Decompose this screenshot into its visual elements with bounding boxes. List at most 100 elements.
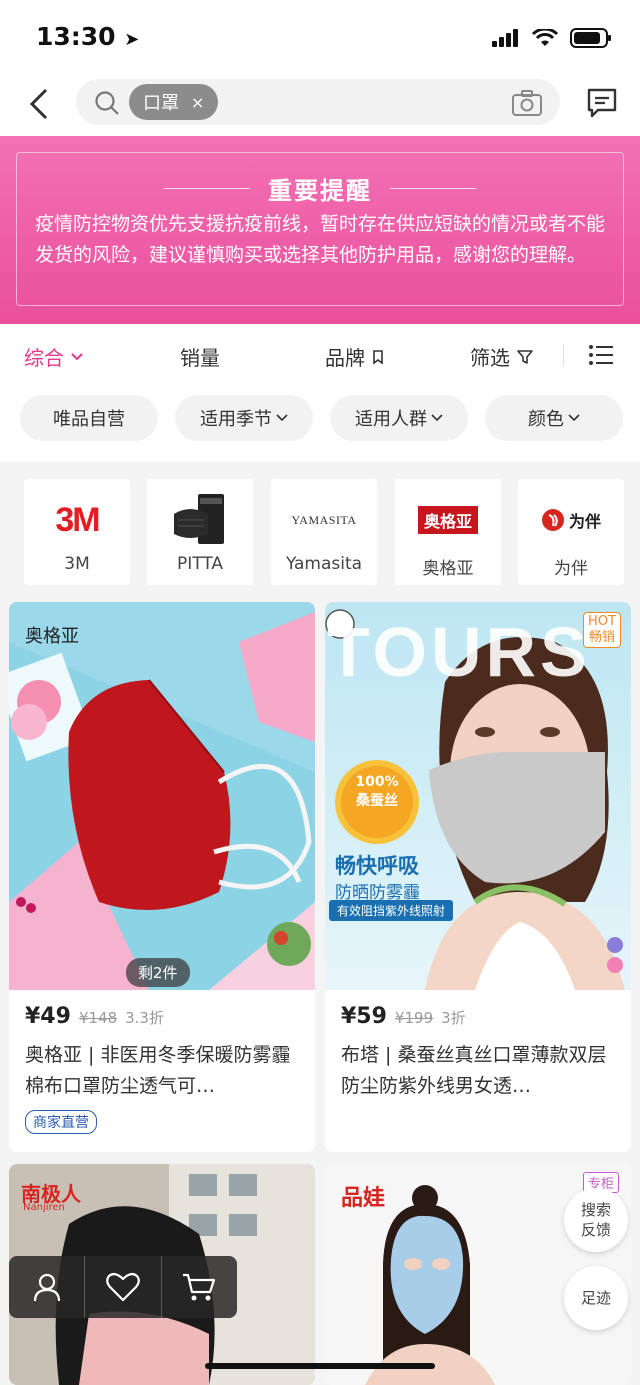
logo-text: 奥格亚 xyxy=(417,506,478,534)
sort-brand[interactable]: 品牌 xyxy=(325,342,385,371)
original-price: ¥148 xyxy=(78,1009,118,1027)
image-bg-text: TOURS xyxy=(327,613,591,691)
image-brand-sub: Nanjiren xyxy=(23,1202,65,1213)
discount-text: 3.3折 xyxy=(125,1009,164,1027)
wifi-icon xyxy=(532,29,558,46)
notice-text: 疫情防控物资优先支援抗疫前线，暂时存在供应短缺的情况或者不能发货的风险，建议谨慎… xyxy=(35,213,606,266)
search-keyword-chip[interactable]: 口罩 × xyxy=(129,84,219,120)
sort-filter[interactable]: 筛选 xyxy=(470,342,534,371)
slogan-text: 畅快呼吸 xyxy=(335,854,419,878)
filter-icon xyxy=(517,349,533,364)
brand-card-aogeya[interactable]: 奥格亚 奥格亚 xyxy=(395,479,501,585)
notice-banner: 重要提醒 疫情防控物资优先支援抗疫前线，暂时存在供应短缺的情况或者不能发货的风险… xyxy=(0,136,640,324)
brand-card-yamasita[interactable]: YAMASITA Yamasita xyxy=(271,479,377,585)
hot-badge-text: HOT xyxy=(588,614,616,629)
chevron-left-icon xyxy=(29,88,48,120)
price-row: ¥49 ¥148 3.3折 xyxy=(25,1004,164,1029)
search-feedback-button[interactable]: 搜索反馈 xyxy=(564,1188,628,1252)
battery-icon xyxy=(570,28,611,48)
clear-keyword-icon[interactable]: × xyxy=(191,93,204,112)
status-icons xyxy=(492,28,612,48)
seal-text: 桑蚕丝 xyxy=(356,793,398,809)
history-label: 足迹 xyxy=(580,1289,611,1307)
heart-icon xyxy=(106,1272,140,1302)
product-image[interactable]: 奥格亚 剩2件 xyxy=(9,602,315,990)
product-card[interactable]: TOURS HOT 畅销 100% 桑蚕丝 畅快呼吸 防晒防雾霾 有效阻挡紫外线… xyxy=(325,602,631,1152)
cart-icon xyxy=(183,1273,216,1301)
original-price: ¥199 xyxy=(394,1009,434,1027)
search-header: 口罩 × xyxy=(0,76,640,136)
brand-logo-yamasita: YAMASITA xyxy=(271,489,377,551)
logo-text: 3M xyxy=(55,500,100,539)
time-text: 13:30 xyxy=(36,22,116,51)
bookmark-icon xyxy=(373,349,383,365)
brand-logo-aogeya: 奥格亚 xyxy=(395,489,501,551)
product-card[interactable]: 奥格亚 剩2件 ¥49 ¥148 3.3折 奥格亚 | 非医用冬季保暖防雾霾棉布… xyxy=(9,602,315,1152)
filter-season[interactable]: 适用季节 xyxy=(175,395,313,441)
seal-percent: 100% xyxy=(355,774,399,790)
discount-text: 3折 xyxy=(441,1009,466,1027)
brand-logo-pitta xyxy=(147,489,253,551)
chevron-down-icon xyxy=(568,414,580,422)
filter-row: 唯品自营 适用季节 适用人群 颜色 xyxy=(0,384,640,462)
brand-name: PITTA xyxy=(176,554,224,574)
sort-brand-label: 品牌 xyxy=(325,346,365,370)
search-icon xyxy=(95,91,119,115)
logo-text: YAMASITA xyxy=(291,512,357,527)
favorites-button[interactable] xyxy=(85,1256,162,1318)
filter-label: 适用人群 xyxy=(355,409,427,430)
brand-name: Yamasita xyxy=(285,554,363,574)
product-image[interactable]: TOURS HOT 畅销 100% 桑蚕丝 畅快呼吸 防晒防雾霾 有效阻挡紫外线… xyxy=(325,602,631,990)
search-feedback-label: 搜索反馈 xyxy=(580,1201,611,1239)
logo-text: 为伴 xyxy=(568,512,601,531)
product-title[interactable]: 布塔 | 桑蚕丝真丝口罩薄款双层防尘防紫外线男女透… xyxy=(341,1040,617,1102)
sort-sales[interactable]: 销量 xyxy=(180,342,220,371)
account-button[interactable] xyxy=(9,1256,86,1318)
product-title[interactable]: 奥格亚 | 非医用冬季保暖防雾霾棉布口罩防尘透气可… xyxy=(25,1040,301,1102)
bottom-action-bar xyxy=(9,1256,237,1318)
brand-card-weiban[interactable]: 为伴 为伴 xyxy=(518,479,624,585)
history-button[interactable]: 足迹 xyxy=(564,1266,628,1330)
back-button[interactable] xyxy=(24,82,56,126)
home-indicator xyxy=(205,1363,435,1369)
status-time: 13:30 ➤ xyxy=(36,22,139,51)
image-brand-label: 品娃 xyxy=(341,1185,386,1211)
search-input[interactable]: 口罩 × xyxy=(76,79,560,125)
message-icon xyxy=(587,88,617,118)
list-view-icon[interactable] xyxy=(588,344,614,366)
cart-button[interactable] xyxy=(162,1256,237,1318)
filter-vip-self[interactable]: 唯品自营 xyxy=(20,395,158,441)
chevron-down-icon xyxy=(276,414,288,422)
pitta-package-icon xyxy=(174,494,224,544)
brand-name: 为伴 xyxy=(554,559,588,579)
notice-frame: 重要提醒 疫情防控物资优先支援抗疫前线，暂时存在供应短缺的情况或者不能发货的风险… xyxy=(16,152,624,306)
divider xyxy=(390,188,476,189)
brand-logo-weiban: 为伴 xyxy=(518,489,624,551)
brand-row: 3M 3M PITTA YAMASITA Yamasita 奥格亚 奥格亚 为伴… xyxy=(0,462,640,594)
filter-label: 适用季节 xyxy=(200,409,272,430)
user-icon xyxy=(33,1273,60,1302)
brand-card-3m[interactable]: 3M 3M xyxy=(24,479,130,585)
brand-card-pitta[interactable]: PITTA xyxy=(147,479,253,585)
image-brand-label: 奥格亚 xyxy=(25,626,79,647)
message-button[interactable] xyxy=(586,86,618,122)
filter-color[interactable]: 颜色 xyxy=(485,395,623,441)
chevron-down-icon xyxy=(71,352,83,360)
sort-bar: 综合 销量 品牌 筛选 xyxy=(0,324,640,384)
merchant-tag: 商家直营 xyxy=(25,1110,97,1134)
divider xyxy=(563,344,564,366)
sort-comprehensive[interactable]: 综合 xyxy=(24,342,84,371)
camera-icon[interactable] xyxy=(512,90,542,116)
current-price: ¥49 xyxy=(25,1004,71,1029)
price-row: ¥59 ¥199 3折 xyxy=(341,1004,466,1029)
brand-name: 3M xyxy=(64,554,90,574)
product-image-art xyxy=(9,602,315,990)
divider xyxy=(164,188,250,189)
weiban-logo-icon xyxy=(541,509,564,531)
filter-audience[interactable]: 适用人群 xyxy=(330,395,468,441)
filter-label: 唯品自营 xyxy=(53,409,125,430)
search-keyword-text: 口罩 xyxy=(143,93,179,114)
sort-filter-label: 筛选 xyxy=(470,346,510,370)
silk-seal: 100% 桑蚕丝 xyxy=(347,774,407,810)
hot-badge-sub: 畅销 xyxy=(589,630,616,645)
